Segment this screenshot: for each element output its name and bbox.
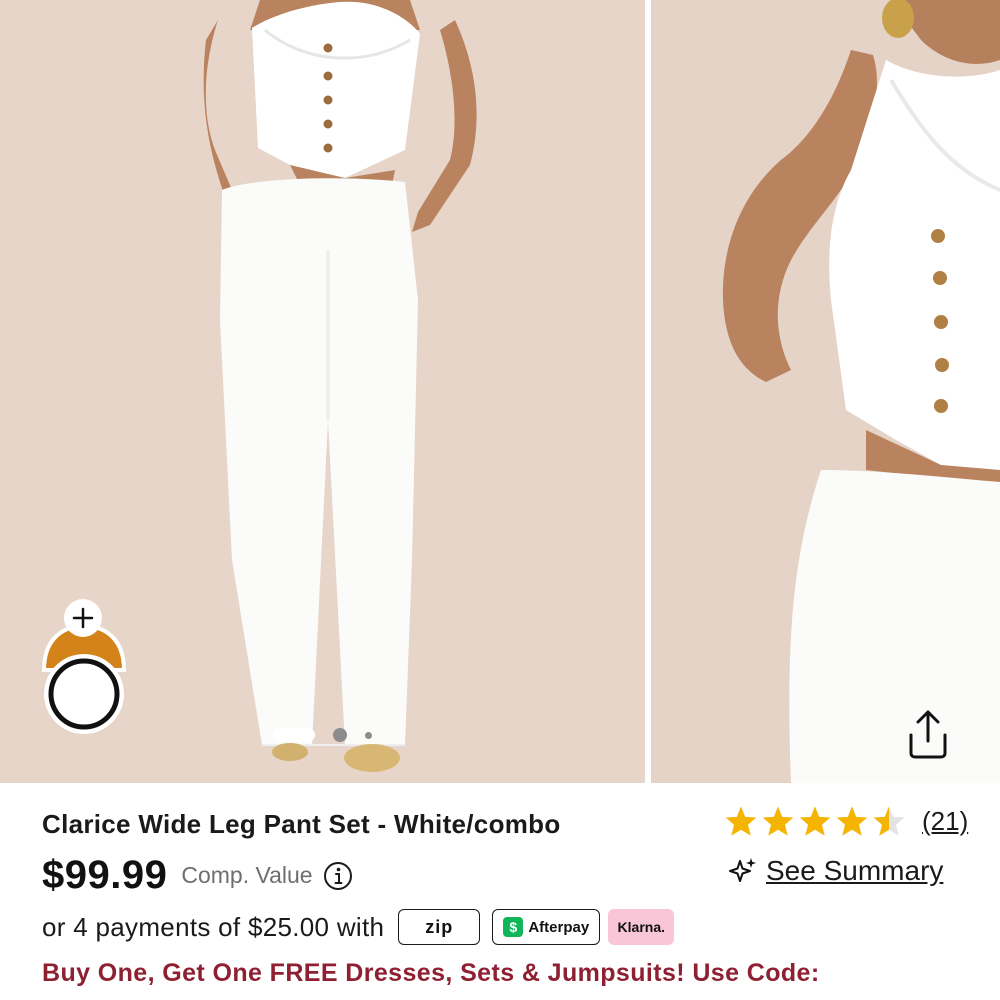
- pagination-dot[interactable]: [365, 731, 372, 739]
- comp-value-label: Comp. Value: [181, 862, 313, 888]
- star-rating: [724, 805, 906, 837]
- installment-text: or 4 payments of $25.00 with: [42, 911, 385, 942]
- afterpay-badge[interactable]: $ Afterpay: [492, 909, 601, 945]
- see-summary-button[interactable]: See Summary: [728, 855, 943, 887]
- star-full-icon: [799, 806, 831, 836]
- dollar-icon: $: [503, 917, 524, 937]
- product-image-carousel[interactable]: [0, 0, 1000, 783]
- product-rating[interactable]: (21): [724, 805, 968, 837]
- zip-logo-text: zip: [425, 916, 454, 937]
- product-info-panel: Clarice Wide Leg Pant Set - White/combo …: [0, 783, 1000, 1000]
- color-swatch-widget[interactable]: [40, 598, 128, 734]
- product-photo-main[interactable]: [0, 0, 645, 783]
- klarna-label: Klarna.: [617, 919, 665, 935]
- share-icon: [909, 710, 947, 759]
- star-half-icon: [873, 806, 905, 836]
- review-count-link[interactable]: (21): [922, 806, 968, 837]
- plus-icon[interactable]: [64, 599, 102, 637]
- sparkle-icon: [729, 858, 756, 882]
- installment-row: or 4 payments of $25.00 with zip $ After…: [42, 909, 675, 945]
- pagination-dot-active[interactable]: [273, 728, 315, 742]
- price-row: $99.99 Comp. Value: [42, 853, 353, 898]
- product-title: Clarice Wide Leg Pant Set - White/combo: [42, 809, 561, 839]
- klarna-badge[interactable]: Klarna.: [608, 909, 675, 945]
- share-button[interactable]: [898, 704, 958, 764]
- afterpay-label: Afterpay: [528, 918, 590, 936]
- star-full-icon: [725, 806, 757, 836]
- see-summary-label[interactable]: See Summary: [766, 855, 943, 887]
- promo-banner[interactable]: Buy One, Get One FREE Dresses, Sets & Ju…: [42, 959, 820, 988]
- info-icon[interactable]: [323, 861, 353, 891]
- pagination-dot[interactable]: [333, 728, 347, 742]
- product-photo-secondary[interactable]: [651, 0, 1000, 783]
- zip-badge[interactable]: zip: [398, 909, 481, 945]
- star-full-icon: [762, 806, 794, 836]
- product-price: $99.99: [42, 853, 168, 897]
- star-full-icon: [836, 806, 868, 836]
- model-closeup-image: [651, 0, 1000, 783]
- swatch-shape: [41, 623, 127, 734]
